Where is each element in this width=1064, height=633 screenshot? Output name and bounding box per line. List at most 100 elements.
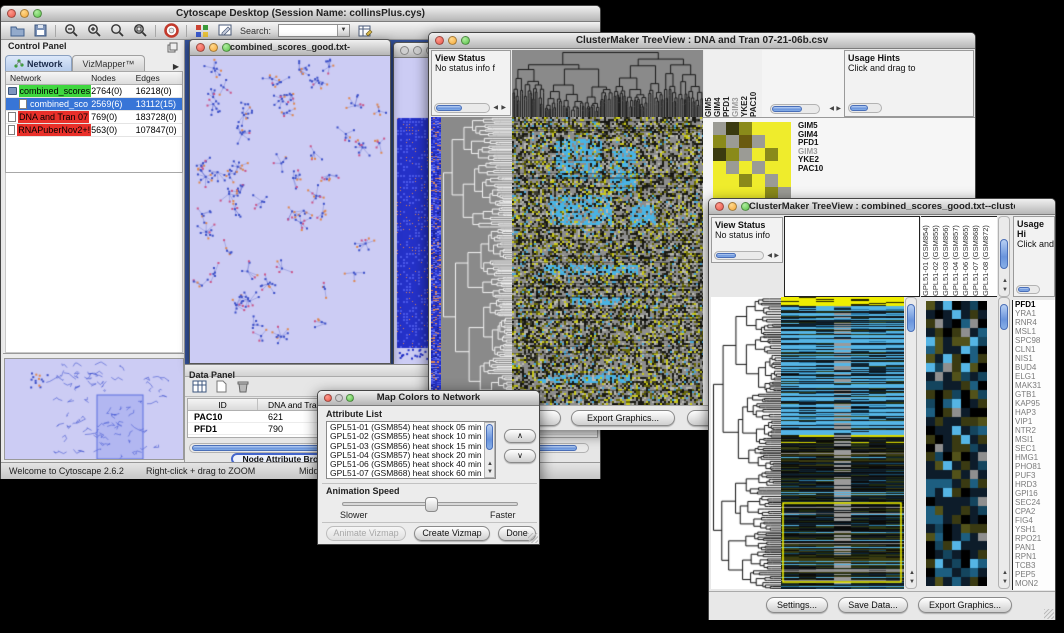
column-header-edges[interactable]: Edges [136, 72, 182, 84]
scroll-thumb[interactable] [486, 424, 493, 450]
tab-overflow-arrow-icon[interactable]: ▶ [169, 62, 183, 71]
help-lifering-icon[interactable] [163, 23, 179, 38]
attribute-list-item[interactable]: GPL51-03 (GSM856) heat shock 15 min [328, 442, 483, 451]
save-session-icon[interactable] [32, 23, 48, 38]
tv1-hints-scrollbar[interactable] [848, 103, 882, 113]
tv2-gene-label[interactable]: PEP5 [1015, 570, 1055, 579]
attribute-list-item[interactable]: GPL51-02 (GSM855) heat shock 10 min [328, 432, 483, 441]
tv2-gene-label[interactable]: PHO81 [1015, 462, 1055, 471]
tv2-gene-label[interactable]: BUD4 [1015, 363, 1055, 372]
scroll-thumb[interactable] [436, 105, 462, 111]
close-button[interactable] [7, 9, 16, 18]
tv1-zoom-cell[interactable] [713, 122, 726, 135]
dialog-titlebar[interactable]: Map Colors to Network [318, 391, 539, 406]
tv2-gene-label[interactable]: YRA1 [1015, 309, 1055, 318]
tv2-gene-label[interactable]: NTR2 [1015, 426, 1055, 435]
tv1-column-label[interactable]: YKE2 [740, 50, 749, 117]
tv2-column-label[interactable]: GPL51-08 (GSM872) [981, 217, 991, 296]
tv1-zoom-cell[interactable] [778, 174, 791, 187]
tv2-gene-label[interactable]: SPC98 [1015, 336, 1055, 345]
close-button[interactable] [196, 43, 205, 52]
zoom-out-icon[interactable] [63, 23, 79, 38]
search-dropdown-icon[interactable]: ▼ [337, 25, 349, 36]
close-button[interactable] [400, 46, 409, 55]
zoom-fit-icon[interactable] [132, 23, 148, 38]
tv1-zoom-cell[interactable] [765, 174, 778, 187]
slider-thumb[interactable] [425, 497, 438, 512]
main-titlebar[interactable]: Cytoscape Desktop (Session Name: collins… [1, 6, 600, 22]
tv2-detail-heatmap[interactable] [926, 301, 987, 586]
tv2-gene-label[interactable]: HRD3 [1015, 480, 1055, 489]
scroll-thumb[interactable] [907, 304, 915, 332]
scroll-thumb[interactable] [1018, 287, 1030, 292]
tv2-column-label[interactable]: GPL51-04 (GSM857) [951, 217, 961, 296]
tv1-zoom-cell[interactable] [726, 161, 739, 174]
tv2-gene-label[interactable]: MON2 [1015, 579, 1055, 588]
select-attributes-icon[interactable] [191, 379, 207, 394]
network-view-1-canvas[interactable] [190, 56, 390, 363]
move-up-button[interactable]: ∧ [504, 429, 536, 443]
tv1-zoom-hscrollbar[interactable] [770, 104, 820, 114]
tv2-gene-label[interactable]: RPN1 [1015, 552, 1055, 561]
tv2-gene-label[interactable]: MSL1 [1015, 327, 1055, 336]
scroll-right-icon[interactable]: ▶ [836, 106, 841, 112]
tv1-zoom-cell[interactable] [726, 135, 739, 148]
tv2-gene-label[interactable]: SEC24 [1015, 498, 1055, 507]
zoom-actual-icon[interactable] [109, 23, 125, 38]
tv2-gene-label[interactable]: KAP95 [1015, 399, 1055, 408]
attribute-list-item[interactable]: GPL51-06 (GSM865) heat shock 40 min [328, 460, 483, 469]
settings-button[interactable]: Settings... [766, 597, 828, 613]
scroll-left-icon[interactable]: ◀ [493, 105, 498, 111]
open-session-icon[interactable] [9, 23, 25, 38]
tv1-zoom-cell[interactable] [739, 148, 752, 161]
tv2-gene-label[interactable]: MSI1 [1015, 435, 1055, 444]
tv1-zoom-cell[interactable] [778, 148, 791, 161]
tv1-zoom-cell[interactable] [752, 161, 765, 174]
create-vizmap-button[interactable]: Create Vizmap [414, 526, 490, 541]
tv1-zoom-cell[interactable] [778, 135, 791, 148]
scroll-up-icon[interactable]: ▲ [487, 461, 493, 467]
tv1-gene-label[interactable]: PAC10 [798, 165, 823, 174]
minimize-button[interactable] [209, 43, 218, 52]
tv2-gene-label[interactable]: RNR4 [1015, 318, 1055, 327]
network-table-row[interactable]: RNAPuberNov2+!563(0)107847(0) [6, 124, 182, 137]
new-attribute-icon[interactable] [213, 379, 229, 394]
tab-network[interactable]: Network [5, 55, 72, 71]
tv1-zoom-cell[interactable] [726, 148, 739, 161]
tv1-zoom-cell[interactable] [765, 135, 778, 148]
tv1-column-label[interactable]: PAC10 [749, 50, 758, 117]
float-panel-icon[interactable] [164, 40, 180, 55]
tv1-column-label[interactable]: GIM5 [704, 50, 713, 117]
scroll-thumb[interactable] [772, 106, 802, 112]
network-overview-panel[interactable] [4, 358, 184, 460]
scroll-up-icon[interactable]: ▲ [1002, 278, 1008, 284]
tv1-column-label[interactable]: GIM3 [731, 50, 740, 117]
scroll-up-icon[interactable]: ▲ [909, 570, 915, 576]
resize-grip[interactable] [528, 533, 538, 543]
data-column-id[interactable]: ID [188, 399, 258, 410]
tv1-zoom-cell[interactable] [726, 122, 739, 135]
close-button[interactable] [435, 36, 444, 45]
attribute-list-item[interactable]: GPL51-07 (GSM868) heat shock 60 min [328, 469, 483, 477]
tv2-gene-label[interactable]: VIP1 [1015, 417, 1055, 426]
scroll-left-icon[interactable]: ◀ [829, 106, 834, 112]
attribute-list-item[interactable]: GPL51-04 (GSM857) heat shock 20 min [328, 451, 483, 460]
scroll-left-icon[interactable]: ◀ [767, 253, 772, 259]
tv2-hints-scrollbar[interactable] [1016, 285, 1040, 294]
attribute-table-icon[interactable] [357, 23, 373, 38]
tv2-gene-label[interactable]: GPI16 [1015, 489, 1055, 498]
tv1-zoom-cell[interactable] [765, 122, 778, 135]
tv1-global-heatmap[interactable] [512, 117, 703, 405]
network-overview-canvas[interactable] [5, 359, 183, 459]
zoom-in-icon[interactable] [86, 23, 102, 38]
tv2-column-label[interactable]: GPL51-07 (GSM868) [971, 217, 981, 296]
tv2-row-dendrogram[interactable] [711, 297, 782, 589]
attribute-list-item[interactable]: GPL51-01 (GSM854) heat shock 05 min [328, 423, 483, 432]
tab-vizmapper[interactable]: VizMapper™ [72, 55, 146, 71]
tv2-gene-label[interactable]: MAK31 [1015, 381, 1055, 390]
scroll-up-icon[interactable]: ▲ [1002, 570, 1008, 576]
tv2-status-scrollbar[interactable] [714, 251, 764, 260]
tv2-gene-label[interactable]: YSH1 [1015, 525, 1055, 534]
column-header-network[interactable]: Network [6, 72, 91, 84]
tv1-overview-strip[interactable] [431, 117, 441, 405]
